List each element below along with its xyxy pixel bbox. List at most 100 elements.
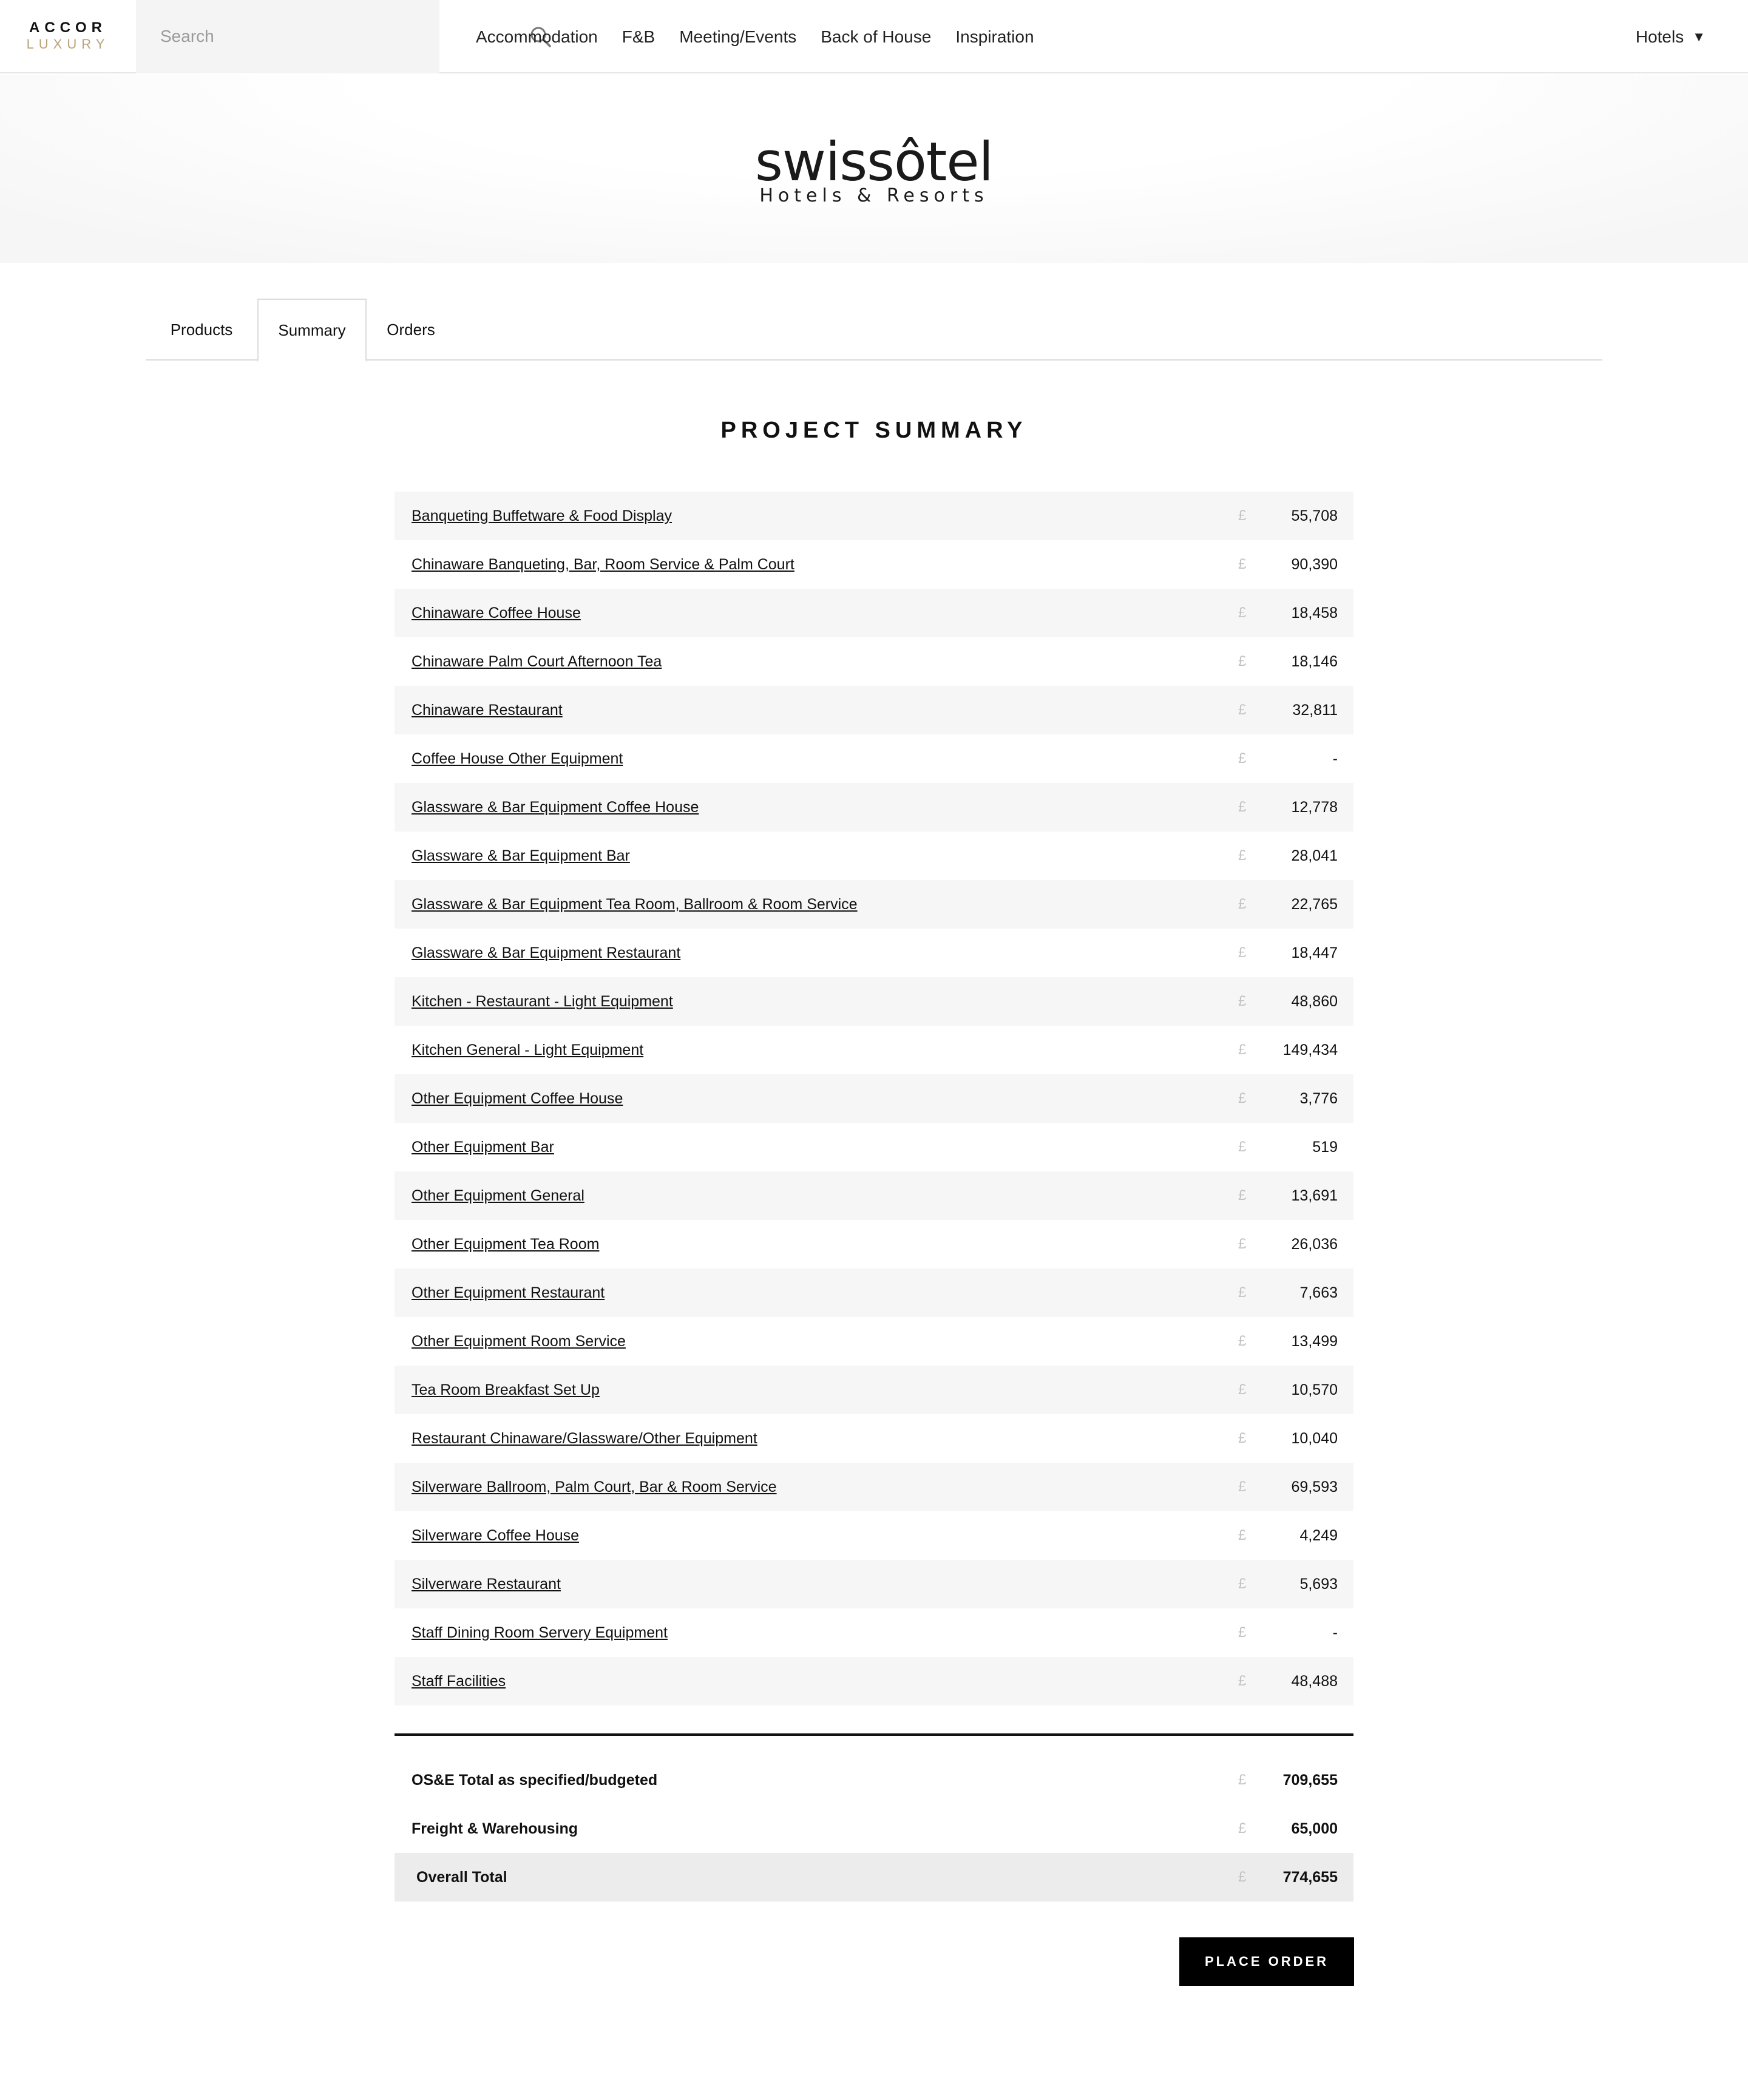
table-row: Other Equipment Restaurant £7,663	[395, 1268, 1353, 1317]
row-amount: 28,041	[1291, 847, 1338, 864]
tab-orders[interactable]: Orders	[367, 299, 455, 361]
row-amount: 10,570	[1291, 1381, 1338, 1398]
search-input[interactable]	[160, 24, 391, 49]
tab-summary[interactable]: Summary	[257, 299, 367, 362]
total-label: OS&E Total as specified/budgeted	[412, 1772, 658, 1789]
row-amount: 48,488	[1291, 1673, 1338, 1690]
table-row: Glassware & Bar Equipment Restaurant £18,…	[395, 929, 1353, 977]
category-link[interactable]: Glassware & Bar Equipment Coffee House	[412, 783, 699, 832]
currency-symbol: £	[1238, 507, 1247, 524]
category-link[interactable]: Silverware Coffee House	[412, 1511, 579, 1560]
row-amount: 90,390	[1291, 556, 1338, 573]
currency-symbol: £	[1238, 1869, 1247, 1885]
currency-symbol: £	[1238, 1042, 1247, 1058]
category-link[interactable]: Silverware Restaurant	[412, 1560, 561, 1608]
accor-luxury-logo[interactable]: ACCOR LUXURY	[0, 0, 136, 73]
table-row: Staff Facilities £48,488	[395, 1657, 1353, 1705]
swissotel-logo-subtitle: Hotels & Resorts	[759, 185, 989, 206]
category-link[interactable]: Coffee House Other Equipment	[412, 734, 623, 783]
category-link[interactable]: Chinaware Coffee House	[412, 589, 581, 637]
table-row: Silverware Restaurant £5,693	[395, 1560, 1353, 1608]
category-link[interactable]: Silverware Ballroom, Palm Court, Bar & R…	[412, 1463, 777, 1511]
category-link[interactable]: Staff Dining Room Servery Equipment	[412, 1608, 668, 1657]
summary-table: Banqueting Buffetware & Food Display £55,…	[395, 492, 1353, 1705]
table-row: Banqueting Buffetware & Food Display £55,…	[395, 492, 1353, 540]
total-row-ose: OS&E Total as specified/budgeted £ 709,6…	[395, 1756, 1353, 1804]
category-link[interactable]: Other Equipment Room Service	[412, 1317, 626, 1366]
total-amount: 774,655	[1282, 1869, 1338, 1886]
currency-symbol: £	[1238, 1236, 1247, 1252]
search-box	[136, 0, 551, 73]
main-nav: Accommodation F&B Meeting/Events Back of…	[476, 0, 1034, 73]
table-row: Kitchen - Restaurant - Light Equipment £4…	[395, 977, 1353, 1026]
category-link[interactable]: Tea Room Breakfast Set Up	[412, 1366, 600, 1414]
row-amount: 4,249	[1299, 1527, 1338, 1544]
category-link[interactable]: Other Equipment General	[412, 1171, 584, 1220]
swissotel-logo: swissôtel	[755, 130, 994, 193]
total-label: Overall Total	[416, 1869, 507, 1886]
category-link[interactable]: Kitchen General - Light Equipment	[412, 1026, 643, 1074]
row-amount: 13,691	[1291, 1187, 1338, 1204]
currency-symbol: £	[1238, 799, 1247, 815]
table-row: Kitchen General - Light Equipment £149,43…	[395, 1026, 1353, 1074]
nav-item-inspiration[interactable]: Inspiration	[955, 27, 1034, 47]
total-amount: 65,000	[1291, 1820, 1338, 1837]
row-amount: -	[1332, 750, 1338, 767]
currency-symbol: £	[1238, 1284, 1247, 1301]
category-link[interactable]: Other Equipment Bar	[412, 1123, 554, 1171]
currency-symbol: £	[1238, 702, 1247, 718]
category-link[interactable]: Other Equipment Restaurant	[412, 1268, 605, 1317]
row-amount: 32,811	[1292, 702, 1338, 719]
category-link[interactable]: Chinaware Banqueting, Bar, Room Service …	[412, 540, 794, 589]
row-amount: 13,499	[1291, 1333, 1338, 1350]
category-link[interactable]: Chinaware Palm Court Afternoon Tea	[412, 637, 662, 686]
row-amount: 10,040	[1291, 1430, 1338, 1447]
nav-item-back-of-house[interactable]: Back of House	[821, 27, 931, 47]
category-link[interactable]: Other Equipment Tea Room	[412, 1220, 599, 1268]
category-link[interactable]: Staff Facilities	[412, 1657, 506, 1705]
currency-symbol: £	[1238, 944, 1247, 961]
currency-symbol: £	[1238, 1772, 1247, 1788]
category-link[interactable]: Restaurant Chinaware/Glassware/Other Equ…	[412, 1414, 757, 1463]
top-navigation-bar: ACCOR LUXURY Accommodation F&B Meeting/E…	[0, 0, 1748, 73]
nav-item-accommodation[interactable]: Accommodation	[476, 27, 598, 47]
row-amount: 12,778	[1291, 799, 1338, 816]
category-link[interactable]: Chinaware Restaurant	[412, 686, 563, 734]
currency-symbol: £	[1238, 1576, 1247, 1592]
category-link[interactable]: Glassware & Bar Equipment Bar	[412, 832, 630, 880]
total-row-freight: Freight & Warehousing £ 65,000	[395, 1804, 1353, 1853]
caret-down-icon: ▼	[1692, 29, 1706, 44]
row-amount: 18,146	[1291, 653, 1338, 670]
row-amount: -	[1332, 1624, 1338, 1641]
currency-symbol: £	[1238, 1624, 1247, 1641]
totals-table: OS&E Total as specified/budgeted £ 709,6…	[395, 1756, 1353, 1902]
tab-products[interactable]: Products	[146, 299, 257, 361]
total-amount: 709,655	[1282, 1772, 1338, 1789]
category-link[interactable]: Banqueting Buffetware & Food Display	[412, 492, 672, 540]
category-link[interactable]: Glassware & Bar Equipment Tea Room, Ball…	[412, 880, 858, 929]
page-title: PROJECT SUMMARY	[720, 418, 1028, 443]
row-amount: 149,434	[1282, 1042, 1338, 1058]
table-row: Coffee House Other Equipment £ -	[395, 734, 1353, 783]
brand-bottom-text: LUXURY	[26, 36, 110, 52]
row-amount: 5,693	[1299, 1576, 1338, 1593]
currency-symbol: £	[1238, 1527, 1247, 1543]
nav-item-fb[interactable]: F&B	[622, 27, 655, 47]
place-order-button[interactable]: PLACE ORDER	[1179, 1937, 1354, 1986]
brand-top-text: ACCOR	[29, 19, 107, 36]
nav-item-meeting-events[interactable]: Meeting/Events	[679, 27, 796, 47]
category-link[interactable]: Glassware & Bar Equipment Restaurant	[412, 929, 680, 977]
category-link[interactable]: Other Equipment Coffee House	[412, 1074, 623, 1123]
currency-symbol: £	[1238, 653, 1247, 669]
table-row: Glassware & Bar Equipment Bar £28,041	[395, 832, 1353, 880]
hotels-dropdown[interactable]: Hotels ▼	[1636, 0, 1706, 73]
currency-symbol: £	[1238, 1381, 1247, 1398]
row-amount: 18,458	[1291, 605, 1338, 622]
category-link[interactable]: Kitchen - Restaurant - Light Equipment	[412, 977, 673, 1026]
currency-symbol: £	[1238, 1820, 1247, 1837]
row-amount: 18,447	[1291, 944, 1338, 961]
table-row: Tea Room Breakfast Set Up £10,570	[395, 1366, 1353, 1414]
table-row: Chinaware Restaurant £32,811	[395, 686, 1353, 734]
currency-symbol: £	[1238, 1430, 1247, 1446]
row-amount: 519	[1312, 1139, 1338, 1156]
